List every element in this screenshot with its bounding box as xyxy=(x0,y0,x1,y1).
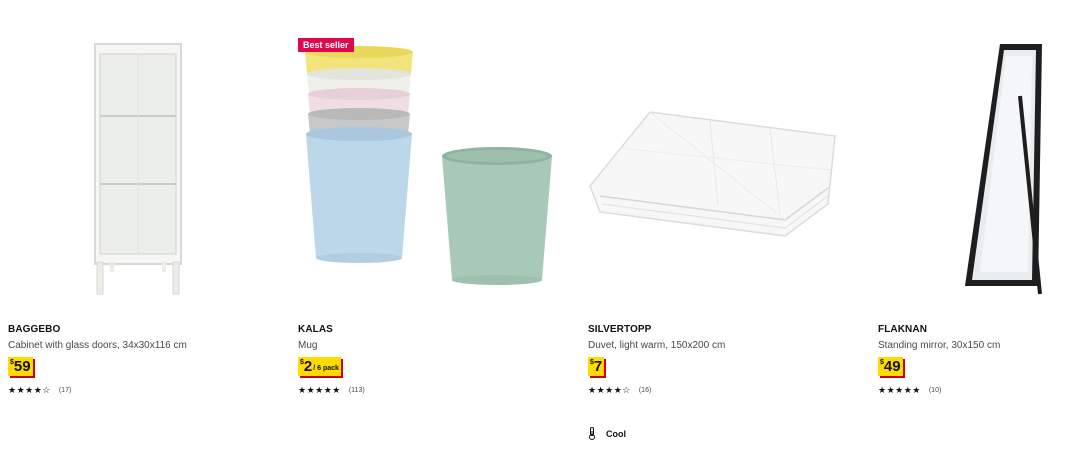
price-unit: / 6 pack xyxy=(313,365,339,372)
warmth-label: Cool xyxy=(606,428,626,439)
product-name[interactable]: SILVERTOPP xyxy=(588,324,651,335)
product-image-baggebo[interactable] xyxy=(0,36,270,300)
price-tag: $ 7 xyxy=(588,357,605,376)
review-count: (10) xyxy=(928,386,942,394)
price-amount: 2 xyxy=(303,358,313,375)
price-tag: $ 2 / 6 pack xyxy=(298,357,341,376)
review-count: (16) xyxy=(638,386,652,394)
price-amount: 7 xyxy=(593,358,603,375)
rating[interactable]: ★★★★☆ (16) xyxy=(588,385,651,395)
product-name[interactable]: FLAKNAN xyxy=(878,324,927,335)
star-rating-icon: ★★★★☆ xyxy=(588,385,631,395)
star-rating-icon: ★★★★☆ xyxy=(8,385,51,395)
price-amount: 59 xyxy=(13,358,31,375)
price-amount: 49 xyxy=(883,358,901,375)
warmth-indicator: Cool xyxy=(588,427,626,440)
price-tag: $ 59 xyxy=(8,357,33,376)
product-name[interactable]: KALAS xyxy=(298,324,333,335)
star-rating-icon: ★★★★★ xyxy=(298,385,341,395)
product-card-kalas[interactable]: Best seller KALAS Mug $ 2 / 6 pack ★★★★★… xyxy=(290,0,560,454)
product-description: Duvet, light warm, 150x200 cm xyxy=(588,340,726,351)
product-name[interactable]: BAGGEBO xyxy=(8,324,60,335)
product-image-silvertopp[interactable] xyxy=(580,36,850,300)
product-grid: BAGGEBO Cabinet with glass doors, 34x30x… xyxy=(0,0,1080,454)
star-rating-icon: ★★★★★ xyxy=(878,385,921,395)
price-tag: $ 49 xyxy=(878,357,903,376)
review-count: (113) xyxy=(348,386,365,394)
product-description: Cabinet with glass doors, 34x30x116 cm xyxy=(8,340,187,351)
product-image-kalas[interactable] xyxy=(290,36,560,300)
review-count: (17) xyxy=(58,386,72,394)
product-description: Mug xyxy=(298,340,318,351)
thermometer-icon xyxy=(589,427,595,440)
product-card-flaknan[interactable]: FLAKNAN Standing mirror, 30x150 cm $ 49 … xyxy=(870,0,1080,454)
product-card-baggebo[interactable]: BAGGEBO Cabinet with glass doors, 34x30x… xyxy=(0,0,270,454)
rating[interactable]: ★★★★★ (113) xyxy=(298,385,365,395)
product-image-flaknan[interactable] xyxy=(870,36,1080,300)
rating[interactable]: ★★★★☆ (17) xyxy=(8,385,71,395)
best-seller-badge: Best seller xyxy=(298,38,354,52)
rating[interactable]: ★★★★★ (10) xyxy=(878,385,941,395)
product-description: Standing mirror, 30x150 cm xyxy=(878,340,1001,351)
product-card-silvertopp[interactable]: SILVERTOPP Duvet, light warm, 150x200 cm… xyxy=(580,0,850,454)
